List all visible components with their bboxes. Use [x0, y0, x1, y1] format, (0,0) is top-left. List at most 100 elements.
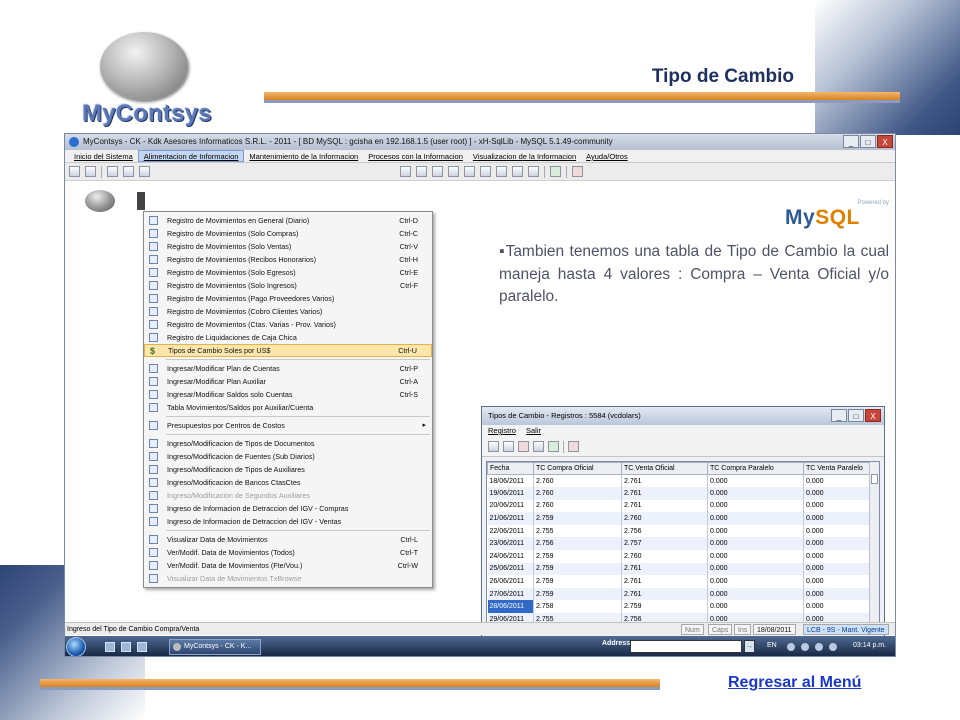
menu-visualizacion[interactable]: Visualizacion de la Informacion: [468, 150, 581, 162]
dropdown-item[interactable]: Registro de Movimientos (Cobro Clientes …: [144, 305, 432, 318]
column-header-fecha[interactable]: Fecha: [487, 462, 534, 475]
table-row[interactable]: 26/06/2011 2.759 2.761 0.000 0.000: [487, 575, 872, 588]
dropdown-item[interactable]: Ver/Modif. Data de Movimientos (Fte/Vou.…: [144, 559, 432, 572]
table-row[interactable]: 19/06/2011 2.760 2.761 0.000 0.000: [487, 487, 872, 500]
dropdown-item[interactable]: Registro de Movimientos (Solo Ingresos) C…: [144, 279, 432, 292]
table-cell[interactable]: 2.759: [533, 587, 622, 601]
tool-icon[interactable]: [400, 166, 411, 177]
table-cell[interactable]: 22/06/2011: [487, 524, 534, 538]
exit-icon[interactable]: [572, 166, 583, 177]
table-cell[interactable]: 0.000: [803, 474, 872, 488]
table-cell[interactable]: 0.000: [803, 575, 872, 588]
table-row[interactable]: 23/06/2011 2.756 2.757 0.000 0.000: [487, 537, 872, 551]
table-cell[interactable]: 2.759: [533, 550, 622, 563]
back-to-menu-link[interactable]: Regresar al Menú: [728, 674, 861, 692]
new-record-icon[interactable]: [488, 441, 499, 452]
table-cell[interactable]: 2.757: [621, 537, 708, 551]
table-cell[interactable]: 2.761: [621, 562, 708, 576]
grid-vertical-scrollbar[interactable]: [869, 462, 879, 622]
dropdown-item[interactable]: Ingreso de Informacion de Detraccion del…: [144, 502, 432, 515]
tool-icon[interactable]: [85, 166, 96, 177]
dropdown-item[interactable]: Visualizar Data de Movimientos TxBrowse: [144, 572, 432, 585]
edit-record-icon[interactable]: [503, 441, 514, 452]
menu-mantenimiento[interactable]: Mantenimiento de la Informacion: [244, 150, 363, 162]
dialog-menu-registro[interactable]: Registro: [488, 425, 516, 437]
table-cell[interactable]: 2.760: [533, 499, 622, 513]
tool-icon[interactable]: [528, 166, 539, 177]
table-cell[interactable]: 2.759: [533, 575, 622, 588]
table-cell[interactable]: 0.000: [707, 587, 804, 601]
dropdown-item[interactable]: Ingresar/Modificar Plan de Cuentas Ctrl-P: [144, 362, 432, 375]
dropdown-item[interactable]: Registro de Movimientos (Pago Proveedore…: [144, 292, 432, 305]
table-cell[interactable]: 0.000: [803, 600, 872, 614]
tool-icon[interactable]: [496, 166, 507, 177]
table-row[interactable]: 24/06/2011 2.759 2.760 0.000 0.000: [487, 550, 872, 563]
maximize-button[interactable]: □: [860, 135, 876, 148]
tool-icon[interactable]: [107, 166, 118, 177]
dropdown-item[interactable]: Ingreso de Informacion de Detraccion del…: [144, 515, 432, 528]
quick-launch-icon[interactable]: [121, 642, 131, 652]
tool-icon[interactable]: [69, 166, 80, 177]
exit-icon[interactable]: [568, 441, 579, 452]
table-cell[interactable]: 0.000: [707, 562, 804, 576]
dropdown-item[interactable]: $ Tipos de Cambio Soles por US$ Ctrl-U: [144, 344, 432, 357]
dialog-close-button[interactable]: X: [865, 409, 881, 422]
table-row[interactable]: 22/06/2011 2.755 2.756 0.000 0.000: [487, 524, 872, 538]
menu-alimentacion[interactable]: Alimentacion de Informacion: [137, 150, 245, 162]
dropdown-item[interactable]: Registro de Liquidaciones de Caja Chica: [144, 331, 432, 344]
dropdown-item[interactable]: Registro de Movimientos (Solo Ventas) Ctr…: [144, 240, 432, 253]
table-cell[interactable]: 0.000: [803, 550, 872, 563]
table-cell[interactable]: 0.000: [707, 499, 804, 513]
table-cell[interactable]: 23/06/2011: [487, 537, 534, 551]
table-cell[interactable]: 0.000: [803, 537, 872, 551]
dropdown-item[interactable]: Ingreso/Modificacion de Tipos de Auxilia…: [144, 463, 432, 476]
tool-icon[interactable]: [512, 166, 523, 177]
table-cell[interactable]: 2.760: [533, 474, 622, 488]
table-cell[interactable]: 2.761: [621, 499, 708, 513]
table-cell[interactable]: 0.000: [707, 487, 804, 500]
close-button[interactable]: X: [877, 135, 893, 148]
table-cell[interactable]: 0.000: [707, 550, 804, 563]
tray-icon[interactable]: [801, 643, 809, 651]
taskbar-app-button[interactable]: MyContsys - CK - K...: [169, 639, 261, 655]
tool-icon[interactable]: [464, 166, 475, 177]
table-cell[interactable]: 19/06/2011: [487, 487, 534, 500]
minimize-button[interactable]: _: [843, 135, 859, 148]
table-cell[interactable]: 25/06/2011: [487, 562, 534, 576]
excel-icon[interactable]: [548, 441, 559, 452]
dropdown-item[interactable]: Ingresar/Modificar Plan Auxiliar Ctrl-A: [144, 375, 432, 388]
table-cell[interactable]: 2.760: [621, 550, 708, 563]
table-cell[interactable]: 2.759: [621, 600, 708, 614]
dialog-menu-salir[interactable]: Salir: [526, 425, 541, 437]
table-cell[interactable]: 2.760: [621, 512, 708, 525]
column-header-tc-venta-paralelo[interactable]: TC Venta Paralelo: [803, 462, 872, 475]
table-cell[interactable]: 18/06/2011: [487, 474, 534, 488]
language-indicator[interactable]: EN: [767, 642, 777, 649]
tool-icon[interactable]: [432, 166, 443, 177]
menu-procesos[interactable]: Procesos con la Informacion: [363, 150, 468, 162]
dropdown-item[interactable]: Ingresar/Modificar Saldos solo Cuentas Ct…: [144, 388, 432, 401]
table-cell[interactable]: 2.755: [533, 524, 622, 538]
tool-icon[interactable]: [480, 166, 491, 177]
table-row[interactable]: 25/06/2011 2.759 2.761 0.000 0.000: [487, 562, 872, 576]
table-cell[interactable]: 26/06/2011: [487, 575, 534, 588]
table-cell[interactable]: 27/06/2011: [487, 587, 534, 601]
table-cell[interactable]: 2.758: [533, 600, 622, 614]
table-row[interactable]: 20/06/2011 2.760 2.761 0.000 0.000: [487, 499, 872, 513]
table-cell[interactable]: 24/06/2011: [487, 550, 534, 563]
table-row[interactable]: 21/06/2011 2.759 2.760 0.000 0.000: [487, 512, 872, 525]
table-cell[interactable]: 2.761: [621, 487, 708, 500]
table-row[interactable]: 27/06/2011 2.759 2.761 0.000 0.000: [487, 587, 872, 601]
quick-launch-icon[interactable]: [105, 642, 115, 652]
table-cell[interactable]: 2.759: [533, 512, 622, 525]
dropdown-item[interactable]: Tabla Movimientos/Saldos por Auxiliar/Cu…: [144, 401, 432, 414]
column-header-tc-venta-oficial[interactable]: TC Venta Oficial: [621, 462, 708, 475]
table-cell[interactable]: 0.000: [707, 537, 804, 551]
tool-icon[interactable]: [448, 166, 459, 177]
tray-icon[interactable]: [815, 643, 823, 651]
dropdown-item[interactable]: Registro de Movimientos (Solo Egresos) Ct…: [144, 266, 432, 279]
menu-inicio[interactable]: Inicio del Sistema: [69, 150, 138, 162]
table-cell[interactable]: 0.000: [803, 512, 872, 525]
dropdown-item[interactable]: Ingreso/Modificacion de Bancos CtasCtes: [144, 476, 432, 489]
print-icon[interactable]: [533, 441, 544, 452]
